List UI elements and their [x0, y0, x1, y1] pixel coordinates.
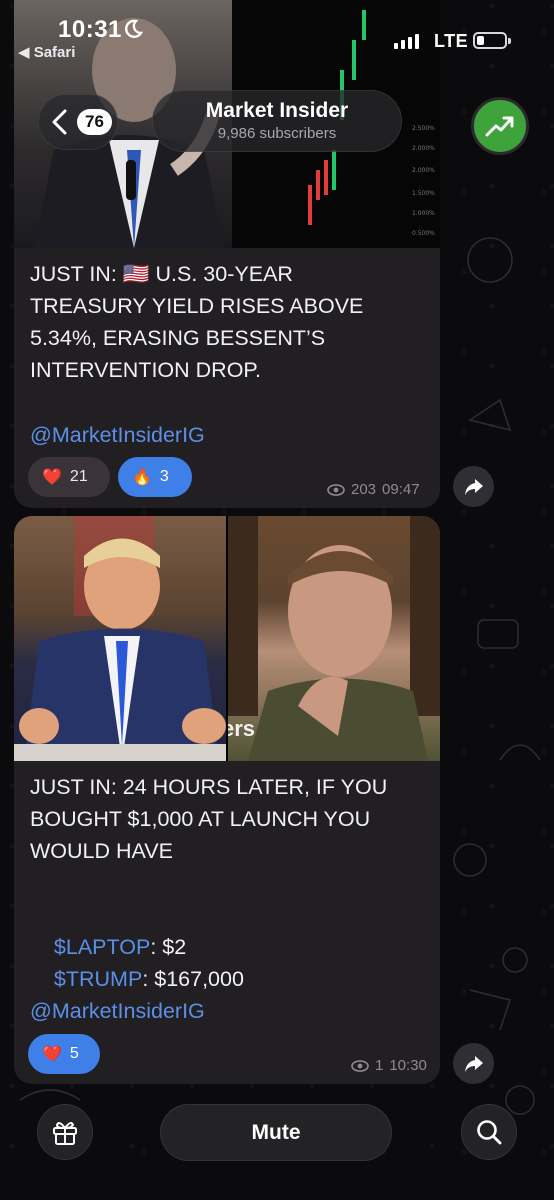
- subscriber-count: 9,986 subscribers: [217, 125, 337, 142]
- message-bubble[interactable]: ers JUST IN: 24 HOURS LATER, IF YOU BOUG…: [14, 516, 440, 1084]
- message-image[interactable]: ers: [14, 516, 440, 761]
- fire-icon: 🔥: [132, 469, 152, 486]
- signal-icon: [394, 34, 419, 49]
- back-to-safari-link[interactable]: ◀ Safari: [18, 43, 75, 61]
- share-button[interactable]: [453, 466, 494, 507]
- view-count: 203: [351, 481, 377, 498]
- clock: 10:31: [58, 16, 122, 43]
- gift-icon: [53, 1122, 77, 1145]
- unread-badge: 76: [77, 109, 112, 135]
- reaction-heart[interactable]: ❤️ 5: [28, 1034, 100, 1074]
- reaction-count: 3: [159, 468, 169, 485]
- image-overlay-text: ers: [228, 716, 256, 741]
- message-meta: 203 09:47: [327, 481, 420, 498]
- heart-icon: ❤️: [42, 1046, 62, 1063]
- reaction-fire[interactable]: 🔥 3: [118, 457, 192, 497]
- message-time: 10:30: [389, 1057, 427, 1074]
- message-text: JUST IN: 🇺🇸 U.S. 30-YEAR TREASURY YIELD …: [30, 262, 364, 382]
- chevron-left-icon: [52, 109, 67, 135]
- channel-name: Market Insider: [205, 99, 349, 122]
- person-illustration: [228, 516, 440, 761]
- channel-avatar[interactable]: [471, 97, 529, 155]
- battery-icon: [473, 32, 511, 49]
- search-icon: [477, 1120, 502, 1145]
- battery-level: [477, 36, 484, 45]
- share-arrow-icon: [464, 478, 483, 495]
- message-time: 09:47: [382, 481, 420, 498]
- svg-text:1.500%: 1.500%: [412, 190, 435, 197]
- reaction-heart[interactable]: ❤️ 21: [28, 457, 110, 497]
- network-label: LTE: [434, 31, 469, 51]
- share-button[interactable]: [453, 1043, 494, 1084]
- svg-text:0.500%: 0.500%: [412, 230, 435, 237]
- share-arrow-icon: [464, 1055, 483, 1072]
- message-meta: 1 10:30: [351, 1057, 427, 1074]
- mention-link[interactable]: @MarketInsiderIG: [30, 423, 205, 448]
- back-button[interactable]: 76: [38, 94, 118, 150]
- mute-button[interactable]: Mute: [160, 1104, 392, 1161]
- channel-header[interactable]: Market Insider 9,986 subscribers: [152, 90, 402, 152]
- photo-right: ers: [228, 516, 440, 761]
- svg-text:2.000%: 2.000%: [412, 167, 435, 174]
- svg-text:2.500%: 2.500%: [412, 125, 435, 132]
- gift-button[interactable]: [37, 1104, 93, 1160]
- view-count: 1: [375, 1057, 384, 1074]
- search-button[interactable]: [461, 1104, 517, 1160]
- person-illustration: [14, 516, 226, 761]
- mention-link[interactable]: @MarketInsiderIG: [30, 999, 205, 1024]
- message-text: JUST IN: 24 HOURS LATER, IF YOU BOUGHT $…: [30, 775, 388, 863]
- ticker-link[interactable]: $TRUMP: [54, 967, 142, 991]
- svg-text:2.000%: 2.000%: [412, 145, 435, 152]
- eye-icon: [327, 483, 345, 496]
- eye-icon: [351, 1059, 369, 1072]
- reaction-count: 5: [69, 1045, 79, 1062]
- moon-icon: [125, 19, 143, 38]
- chart-up-icon: [485, 116, 514, 137]
- svg-text:1.000%: 1.000%: [412, 210, 435, 217]
- message-bubble[interactable]: 2.500% 2.000% 2.000% 1.500% 1.000% 0.500% J…: [14, 0, 440, 508]
- heart-icon: ❤️: [42, 469, 62, 486]
- reaction-count: 21: [69, 468, 88, 485]
- status-bar: 10:31 ◀ Safari LTE: [0, 0, 554, 70]
- ticker-value: : $167,000: [142, 967, 244, 991]
- photo-left: [14, 516, 226, 761]
